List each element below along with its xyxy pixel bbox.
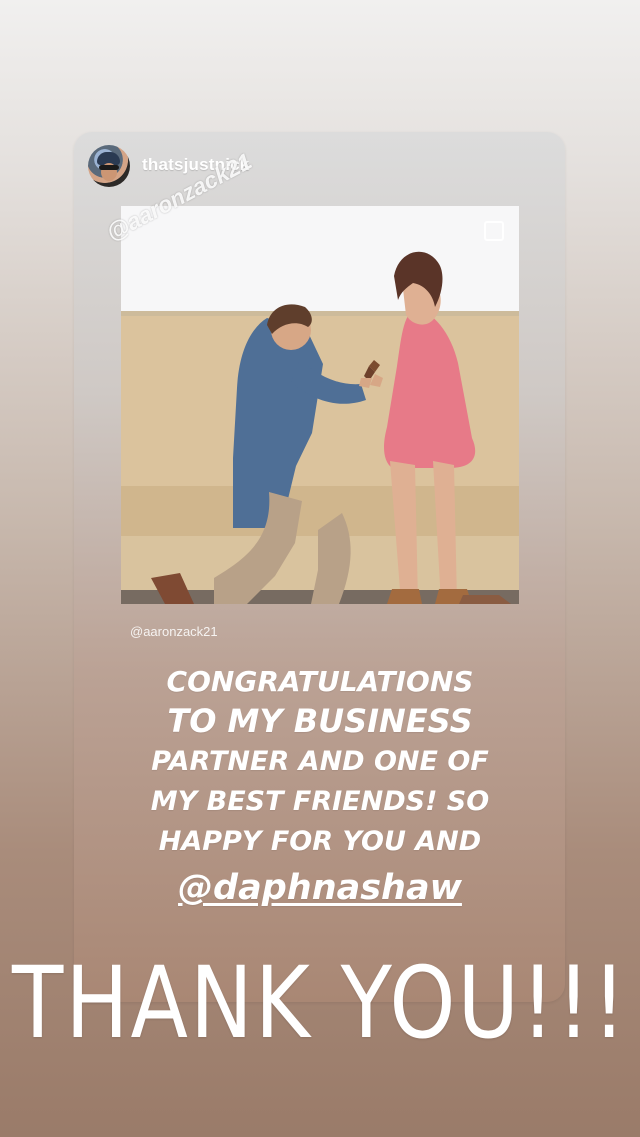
caption-line-3: PARTNER AND ONE OF [151,746,489,777]
story-caption: CONGRATULATIONS TO MY BUSINESS PARTNER A… [110,664,530,914]
caption-line-4: MY BEST FRIENDS! SO [150,786,490,817]
profile-avatar[interactable] [88,145,130,187]
caption-line-2: TO MY BUSINESS [167,702,473,740]
photo-illustration [121,206,519,604]
caption-line-5: HAPPY FOR YOU AND [158,826,482,857]
shared-photo[interactable] [121,206,519,604]
photo-credit[interactable]: @aaronzack21 [130,624,218,639]
glasses-graphic [99,165,119,170]
caption-line-1: CONGRATULATIONS [166,665,474,698]
square-icon[interactable] [484,221,504,241]
thank-you-text: THANK YOU!!! [12,944,628,1061]
caption-mention[interactable]: @daphnashaw [110,862,530,914]
